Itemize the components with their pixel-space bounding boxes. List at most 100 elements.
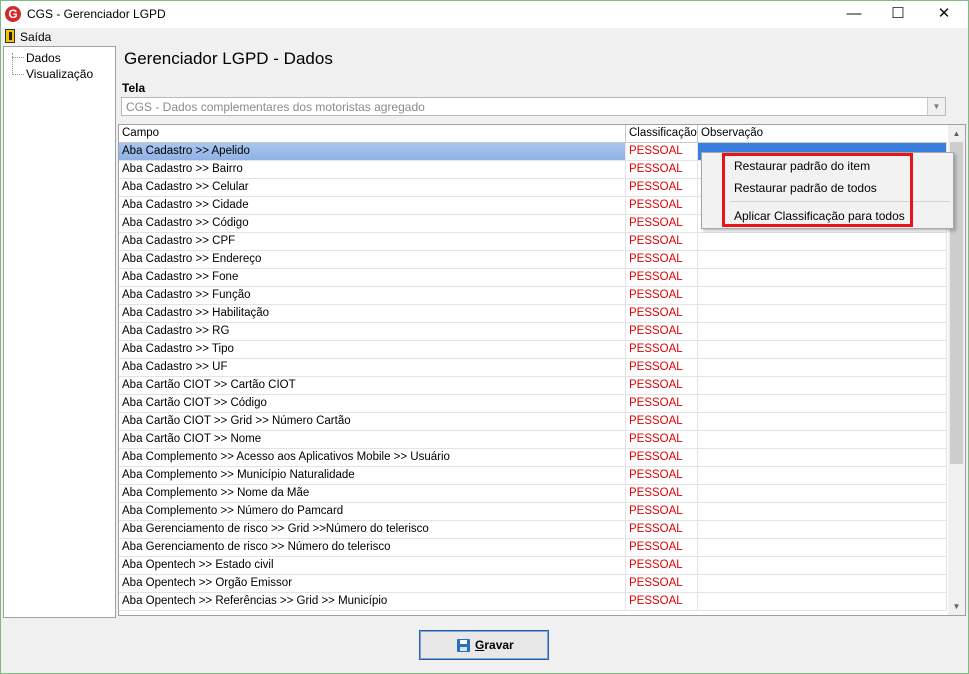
cell-campo[interactable]: Aba Cadastro >> Tipo [119,341,626,358]
cell-classificacao[interactable]: PESSOAL [626,485,698,502]
table-row[interactable]: Aba Opentech >> Referências >> Grid >> M… [119,593,947,611]
save-button[interactable]: Gravar [419,630,549,660]
cell-campo[interactable]: Aba Cadastro >> Bairro [119,161,626,178]
cell-campo[interactable]: Aba Opentech >> Orgão Emissor [119,575,626,592]
cell-observacao[interactable] [698,359,947,376]
table-row[interactable]: Aba Gerenciamento de risco >> Número do … [119,539,947,557]
cell-observacao[interactable] [698,413,947,430]
table-row[interactable]: Aba Gerenciamento de risco >> Grid >>Núm… [119,521,947,539]
minimize-button[interactable]: — [831,0,877,28]
cell-classificacao[interactable]: PESSOAL [626,287,698,304]
cell-campo[interactable]: Aba Cartão CIOT >> Nome [119,431,626,448]
cell-campo[interactable]: Aba Cadastro >> UF [119,359,626,376]
cell-classificacao[interactable]: PESSOAL [626,269,698,286]
exit-door-icon[interactable] [5,29,15,43]
cell-observacao[interactable] [698,287,947,304]
cell-campo[interactable]: Aba Cadastro >> Endereço [119,251,626,268]
cell-classificacao[interactable]: PESSOAL [626,359,698,376]
cell-campo[interactable]: Aba Complemento >> Nome da Mãe [119,485,626,502]
cell-classificacao[interactable]: PESSOAL [626,143,698,160]
table-row[interactable]: Aba Complemento >> Número do Pamcard PESS… [119,503,947,521]
cell-observacao[interactable] [698,323,947,340]
cell-campo[interactable]: Aba Cadastro >> Cidade [119,197,626,214]
tree-item-dados[interactable]: Dados [26,51,61,65]
cell-classificacao[interactable]: PESSOAL [626,521,698,538]
table-row[interactable]: Aba Cartão CIOT >> Cartão CIOT PESSOAL [119,377,947,395]
cell-observacao[interactable] [698,431,947,448]
cell-campo[interactable]: Aba Cartão CIOT >> Código [119,395,626,412]
cell-observacao[interactable] [698,467,947,484]
cell-classificacao[interactable]: PESSOAL [626,233,698,250]
cell-observacao[interactable] [698,503,947,520]
table-row[interactable]: Aba Cartão CIOT >> Nome PESSOAL [119,431,947,449]
cell-observacao[interactable] [698,251,947,268]
cell-classificacao[interactable]: PESSOAL [626,377,698,394]
cell-classificacao[interactable]: PESSOAL [626,539,698,556]
tela-select[interactable]: CGS - Dados complementares dos motorista… [121,97,946,116]
cell-campo[interactable]: Aba Cartão CIOT >> Cartão CIOT [119,377,626,394]
cell-observacao[interactable] [698,377,947,394]
cell-classificacao[interactable]: PESSOAL [626,197,698,214]
cell-classificacao[interactable]: PESSOAL [626,467,698,484]
table-row[interactable]: Aba Complemento >> Acesso aos Aplicativo… [119,449,947,467]
cell-classificacao[interactable]: PESSOAL [626,305,698,322]
table-row[interactable]: Aba Complemento >> Município Naturalidad… [119,467,947,485]
cell-campo[interactable]: Aba Cadastro >> Fone [119,269,626,286]
column-header-campo[interactable]: Campo [119,125,626,142]
cell-campo[interactable]: Aba Gerenciamento de risco >> Número do … [119,539,626,556]
cell-observacao[interactable] [698,305,947,322]
cell-campo[interactable]: Aba Cadastro >> Apelido [119,143,626,160]
table-row[interactable]: Aba Cadastro >> Tipo PESSOAL [119,341,947,359]
table-row[interactable]: Aba Cartão CIOT >> Código PESSOAL [119,395,947,413]
table-row[interactable]: Aba Cadastro >> CPF PESSOAL [119,233,947,251]
table-row[interactable]: Aba Opentech >> Estado civil PESSOAL [119,557,947,575]
cell-observacao[interactable] [698,539,947,556]
cell-classificacao[interactable]: PESSOAL [626,323,698,340]
cell-observacao[interactable] [698,521,947,538]
cell-classificacao[interactable]: PESSOAL [626,179,698,196]
cell-observacao[interactable] [698,557,947,574]
table-row[interactable]: Aba Cadastro >> Função PESSOAL [119,287,947,305]
cell-campo[interactable]: Aba Cartão CIOT >> Grid >> Número Cartão [119,413,626,430]
cell-observacao[interactable] [698,593,947,610]
cell-observacao[interactable] [698,395,947,412]
table-row[interactable]: Aba Complemento >> Nome da Mãe PESSOAL [119,485,947,503]
cell-classificacao[interactable]: PESSOAL [626,215,698,232]
table-row[interactable]: Aba Cadastro >> RG PESSOAL [119,323,947,341]
cell-observacao[interactable] [698,269,947,286]
cell-campo[interactable]: Aba Cadastro >> Habilitação [119,305,626,322]
cell-classificacao[interactable]: PESSOAL [626,395,698,412]
tree-item-visualizacao[interactable]: Visualização [26,67,93,81]
cell-campo[interactable]: Aba Cadastro >> Código [119,215,626,232]
menu-item-exit[interactable]: Saída [20,30,51,44]
table-row[interactable]: Aba Cartão CIOT >> Grid >> Número Cartão… [119,413,947,431]
scroll-up-icon[interactable]: ▲ [948,125,965,142]
cell-classificacao[interactable]: PESSOAL [626,449,698,466]
cell-classificacao[interactable]: PESSOAL [626,503,698,520]
cell-classificacao[interactable]: PESSOAL [626,341,698,358]
scroll-down-icon[interactable]: ▼ [948,598,965,615]
cell-campo[interactable]: Aba Opentech >> Referências >> Grid >> M… [119,593,626,610]
cell-observacao[interactable] [698,341,947,358]
table-row[interactable]: Aba Cadastro >> Habilitação PESSOAL [119,305,947,323]
table-row[interactable]: Aba Cadastro >> UF PESSOAL [119,359,947,377]
cell-campo[interactable]: Aba Complemento >> Município Naturalidad… [119,467,626,484]
cell-campo[interactable]: Aba Complemento >> Número do Pamcard [119,503,626,520]
cell-classificacao[interactable]: PESSOAL [626,251,698,268]
cell-classificacao[interactable]: PESSOAL [626,557,698,574]
cell-classificacao[interactable]: PESSOAL [626,575,698,592]
maximize-button[interactable]: ☐ [875,0,921,28]
cell-campo[interactable]: Aba Cadastro >> CPF [119,233,626,250]
cell-campo[interactable]: Aba Cadastro >> Função [119,287,626,304]
cell-classificacao[interactable]: PESSOAL [626,431,698,448]
chevron-down-icon[interactable]: ▼ [927,98,945,115]
cell-classificacao[interactable]: PESSOAL [626,413,698,430]
close-button[interactable]: ✕ [921,0,967,28]
cell-campo[interactable]: Aba Complemento >> Acesso aos Aplicativo… [119,449,626,466]
cell-campo[interactable]: Aba Cadastro >> Celular [119,179,626,196]
cell-classificacao[interactable]: PESSOAL [626,161,698,178]
cell-campo[interactable]: Aba Cadastro >> RG [119,323,626,340]
cell-observacao[interactable] [698,449,947,466]
cell-campo[interactable]: Aba Gerenciamento de risco >> Grid >>Núm… [119,521,626,538]
cell-classificacao[interactable]: PESSOAL [626,593,698,610]
